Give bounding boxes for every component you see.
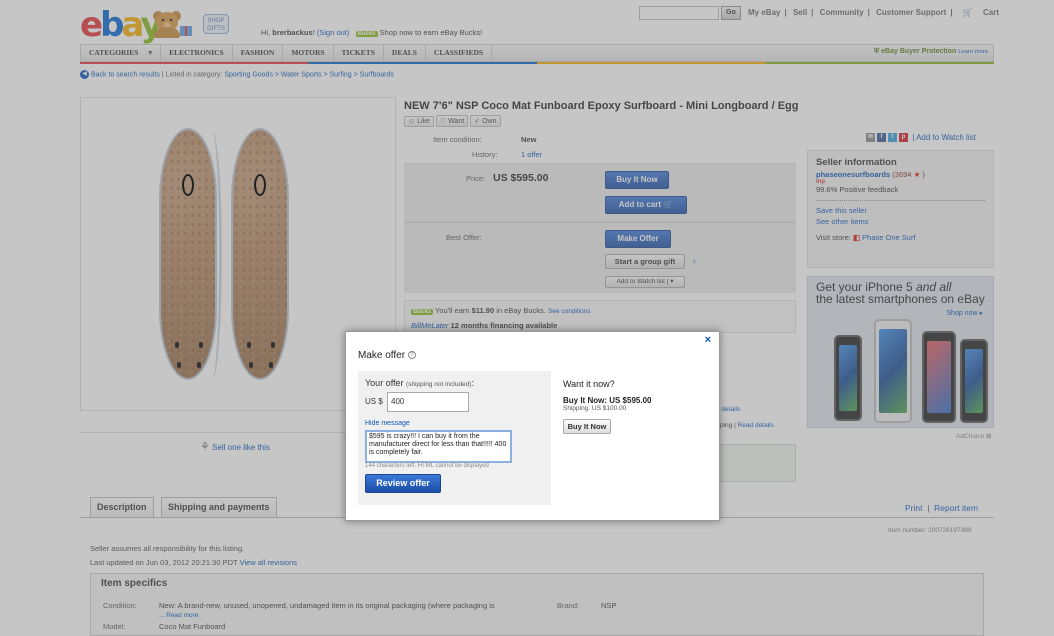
want-it-now-heading: Want it now?: [563, 379, 615, 389]
characters-left: 144 characters left. HTML cannot be disp…: [365, 463, 489, 469]
help-icon[interactable]: ?: [407, 351, 416, 360]
hide-message-link[interactable]: Hide message: [365, 420, 410, 427]
buy-it-now-dialog-button[interactable]: Buy It Now: [563, 419, 611, 434]
offer-message-textarea[interactable]: $595 is crazy!!! I can buy it from the m…: [365, 430, 512, 463]
shipping-not-included: (shipping not included): [406, 381, 472, 388]
board-fin: [247, 342, 251, 348]
modal-overlay[interactable]: [0, 0, 1054, 636]
dialog-title-text: Make offer: [358, 350, 406, 361]
your-offer-heading: Your offer (shipping not included):: [365, 378, 474, 388]
board-fin: [175, 342, 179, 348]
board-fin: [271, 342, 275, 348]
board-fin: [199, 342, 203, 348]
shipping-price: Shipping: US $100.00: [563, 405, 627, 412]
review-offer-button[interactable]: Review offer: [365, 474, 441, 493]
board-fin: [269, 362, 273, 368]
currency-label: US $: [365, 397, 383, 406]
close-icon[interactable]: ×: [705, 334, 711, 346]
offer-amount-input[interactable]: 400: [387, 392, 469, 412]
want-it-now-section: Want it now? Buy It Now: US $595.00 Ship…: [563, 379, 651, 434]
offer-panel: Your offer (shipping not included): US $…: [358, 371, 551, 505]
dialog-title: Make offer ?: [358, 350, 416, 361]
make-offer-dialog: × Make offer ? Your offer (shipping not …: [345, 331, 720, 521]
offer-colon: :: [471, 378, 474, 388]
board-logo: [254, 174, 266, 196]
board-fin: [177, 362, 181, 368]
your-offer-label: Your offer: [365, 378, 404, 388]
board-fin: [249, 362, 253, 368]
buy-now-price: Buy It Now: US $595.00: [563, 396, 652, 405]
board-fin: [197, 362, 201, 368]
board-logo: [182, 174, 194, 196]
